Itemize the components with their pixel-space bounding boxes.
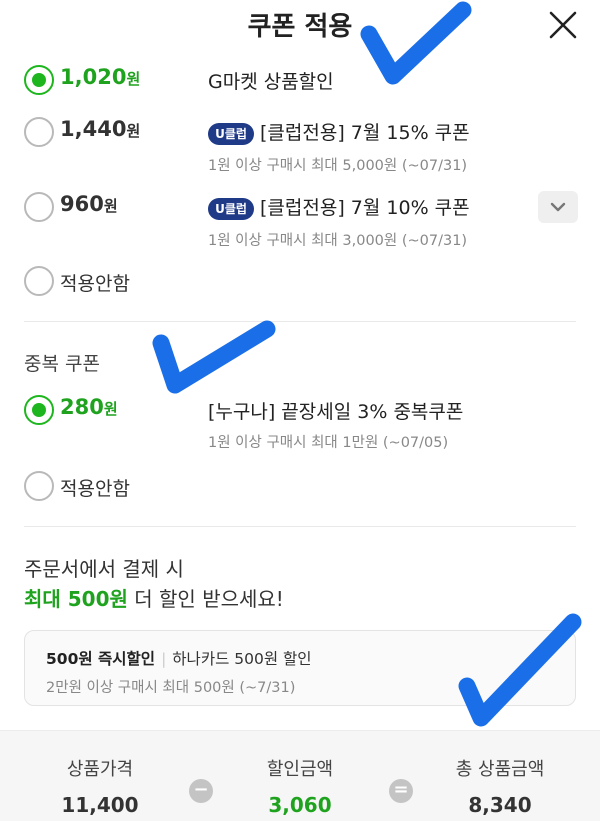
page-title: 쿠폰 적용 (247, 12, 353, 42)
price-value: 11,400 (61, 793, 139, 817)
duplicate-coupon-name: [누구나] 끝장세일 3% 중복쿠폰 (208, 401, 464, 423)
card-discount-subtitle: 하나카드 500원 할인 (172, 650, 312, 668)
minus-icon: − (189, 779, 213, 803)
coupon-option-1[interactable]: 1,020원 G마켓 상품할인 (0, 62, 600, 98)
coupon-radio-3[interactable] (24, 192, 54, 222)
summary-total: 총 상품금액 8,340 (420, 755, 580, 817)
price-label: 상품가격 (66, 759, 134, 780)
expand-button[interactable] (538, 191, 578, 223)
price-summary: 상품가격 11,400 − 할인금액 3,060 = 총 상품금액 8,340 (0, 730, 600, 821)
duplicate-coupon-option[interactable]: 280원 [누구나] 끝장세일 3% 중복쿠폰 1원 이상 구매시 최대 1만원… (0, 394, 600, 454)
total-value: 8,340 (468, 793, 532, 817)
coupon-amount-2: 1,440원 (60, 117, 141, 141)
checkmark-icon (152, 320, 276, 394)
divider (24, 321, 576, 322)
checkmark-icon (360, 1, 472, 85)
coupon-name-3: U클럽 [클럽전용] 7월 10% 쿠폰 (208, 193, 470, 220)
discount-value: 3,060 (268, 793, 332, 817)
modal-header: 쿠폰 적용 (0, 0, 600, 52)
divider (24, 526, 576, 527)
coupon-radio-2[interactable] (24, 117, 54, 147)
uclub-badge: U클럽 (208, 197, 254, 220)
duplicate-coupon-none[interactable]: 적용안함 (0, 470, 600, 504)
chevron-down-icon (550, 202, 566, 212)
coupon-option-3[interactable]: 960원 U클럽 [클럽전용] 7월 10% 쿠폰 1원 이상 구매시 최대 3,… (0, 191, 600, 251)
coupon-desc-3: 1원 이상 구매시 최대 3,000원 (~07/31) (208, 233, 468, 249)
coupon-radio-1[interactable] (24, 65, 54, 95)
coupon-name-2: U클럽 [클럽전용] 7월 15% 쿠폰 (208, 118, 470, 145)
coupon-amount-3: 960원 (60, 192, 118, 216)
coupon-desc-2: 1원 이상 구매시 최대 5,000원 (~07/31) (208, 158, 468, 174)
duplicate-coupon-desc: 1원 이상 구매시 최대 1만원 (~07/05) (208, 435, 449, 451)
promo-line-1: 주문서에서 결제 시 (24, 557, 184, 581)
duplicate-not-applied-label: 적용안함 (60, 478, 130, 500)
coupon-option-none[interactable]: 적용안함 (0, 265, 600, 299)
promo-highlight: 최대 500원 (24, 587, 128, 611)
close-icon[interactable] (546, 8, 580, 42)
discount-label: 할인금액 (266, 759, 334, 780)
summary-discount: 할인금액 3,060 (220, 755, 380, 817)
not-applied-label: 적용안함 (60, 273, 130, 295)
uclub-badge: U클럽 (208, 122, 254, 145)
summary-price: 상품가격 11,400 (20, 755, 180, 817)
coupon-amount-1: 1,020원 (60, 65, 141, 89)
section-title-duplicate: 중복 쿠폰 (24, 353, 100, 375)
equals-icon: = (389, 779, 413, 803)
checkmark-icon (458, 613, 582, 727)
promo-line-2: 최대 500원 더 할인 받으세요! (24, 587, 284, 611)
coupon-option-2[interactable]: 1,440원 U클럽 [클럽전용] 7월 15% 쿠폰 1원 이상 구매시 최대 … (0, 116, 600, 176)
total-label: 총 상품금액 (455, 759, 545, 780)
coupon-name-1: G마켓 상품할인 (208, 71, 334, 93)
duplicate-radio-none[interactable] (24, 471, 54, 501)
duplicate-coupon-radio[interactable] (24, 395, 54, 425)
duplicate-coupon-amount: 280원 (60, 395, 118, 419)
card-discount-title: 500원 즉시할인 | 하나카드 500원 할인 (46, 650, 312, 668)
card-discount-desc: 2만원 이상 구매시 최대 500원 (~7/31) (46, 680, 296, 696)
coupon-radio-none[interactable] (24, 266, 54, 296)
